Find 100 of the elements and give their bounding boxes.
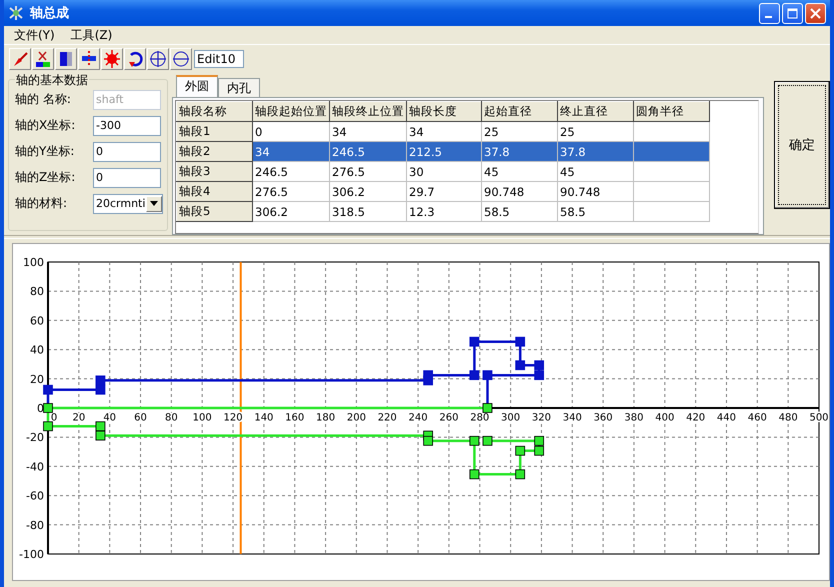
field-label: 轴的材料: xyxy=(15,195,68,212)
table-cell: 306.2 xyxy=(330,182,406,202)
table-row[interactable]: 轴段2 34 246.5 212.5 37.8 37.8 xyxy=(176,142,710,162)
data-point[interactable] xyxy=(534,446,544,456)
data-point[interactable] xyxy=(43,421,53,432)
x-tick-label: 240 xyxy=(408,412,428,424)
x-tick-label: 460 xyxy=(748,412,767,424)
text-field[interactable]: 0 xyxy=(93,142,161,162)
table-cell: 246.5 xyxy=(330,142,406,162)
table-cell: 318.5 xyxy=(330,202,406,222)
window-title: 轴总成 xyxy=(30,5,70,22)
app-icon xyxy=(8,5,24,21)
material-dropdown[interactable]: 20crmnti xyxy=(93,194,163,214)
dropdown-arrow-icon xyxy=(150,201,158,206)
data-point[interactable] xyxy=(482,403,492,413)
column-header[interactable]: 起始直径 xyxy=(482,102,558,122)
text-field[interactable]: -300 xyxy=(93,116,161,136)
data-point[interactable] xyxy=(43,403,53,413)
column-header[interactable]: 轴段终止位置 xyxy=(330,102,406,122)
tab[interactable]: 外圆 xyxy=(176,75,218,97)
data-point[interactable] xyxy=(469,336,480,347)
column-header[interactable]: 终止直径 xyxy=(558,102,634,122)
table-cell: 90.748 xyxy=(558,182,634,202)
table-cell: 30 xyxy=(406,162,482,182)
x-tick-label: 420 xyxy=(686,412,706,424)
data-point[interactable] xyxy=(534,436,544,446)
data-point[interactable] xyxy=(96,421,106,432)
table-cell: 12.3 xyxy=(406,202,482,222)
maximize-icon xyxy=(787,8,798,18)
y-tick-label: -20 xyxy=(26,431,44,444)
x-tick-label: 480 xyxy=(778,412,798,424)
x-tick-label: 280 xyxy=(470,412,490,424)
data-point[interactable] xyxy=(515,336,526,347)
table-row[interactable]: 轴段3 246.5 276.5 30 45 45 xyxy=(176,162,710,182)
column-header[interactable]: 轴段长度 xyxy=(406,102,482,122)
x-tick-label: 320 xyxy=(532,412,551,424)
minimize-icon xyxy=(764,16,772,18)
x-tick-label: 160 xyxy=(285,412,304,424)
data-point[interactable] xyxy=(515,360,526,370)
text-field[interactable]: 0 xyxy=(93,168,161,188)
tool-button[interactable] xyxy=(9,48,31,70)
table-row[interactable]: 轴段4 276.5 306.2 29.7 90.748 90.748 xyxy=(176,182,710,202)
table-cell: 58.5 xyxy=(482,202,558,222)
x-tick-label: 140 xyxy=(254,412,274,424)
data-point[interactable] xyxy=(482,370,492,380)
field-label: 轴的 名称: xyxy=(15,91,72,108)
y-tick-label: -80 xyxy=(26,518,44,532)
x-tick-label: 440 xyxy=(716,412,736,424)
tool-button[interactable] xyxy=(170,48,192,70)
table-cell: 37.8 xyxy=(482,142,558,162)
y-tick-label: -60 xyxy=(26,490,44,503)
data-point[interactable] xyxy=(96,430,106,440)
data-point[interactable] xyxy=(515,446,526,456)
edit-field[interactable]: Edit10 xyxy=(194,50,244,68)
x-tick-label: 0 xyxy=(50,412,58,424)
data-point[interactable] xyxy=(423,436,433,446)
row-header: 轴段2 xyxy=(176,142,252,162)
x-tick-label: 60 xyxy=(134,412,147,424)
menu-item[interactable]: 工具(Z) xyxy=(64,26,118,44)
data-point[interactable] xyxy=(515,469,526,480)
table-cell: 45 xyxy=(482,162,558,182)
burst-icon xyxy=(103,49,121,69)
table-cell: 90.748 xyxy=(482,182,558,202)
column-header[interactable]: 轴段名称 xyxy=(176,102,252,122)
x-tick-label: 220 xyxy=(378,412,397,424)
data-point[interactable] xyxy=(469,370,480,380)
tool-button[interactable] xyxy=(101,48,123,70)
maximize-button[interactable] xyxy=(782,2,803,24)
data-point[interactable] xyxy=(469,469,480,480)
x-tick-label: 300 xyxy=(501,412,520,424)
field-label: 轴的Y坐标: xyxy=(15,143,76,160)
column-header[interactable]: 圆角半径 xyxy=(634,102,710,122)
minimize-button[interactable] xyxy=(759,2,780,24)
menu-item[interactable]: 文件(Y) xyxy=(8,26,61,44)
table-cell: 45 xyxy=(558,162,634,182)
data-point[interactable] xyxy=(469,436,480,446)
data-point[interactable] xyxy=(534,370,544,380)
row-header: 轴段4 xyxy=(176,182,252,202)
rectangle-icon xyxy=(57,49,75,69)
x-tick-label: 260 xyxy=(439,412,458,424)
data-point[interactable] xyxy=(482,436,492,446)
tool-button[interactable] xyxy=(55,48,77,70)
table-cell: 246.5 xyxy=(252,162,330,182)
tool-button[interactable] xyxy=(124,48,146,70)
tool-button[interactable] xyxy=(147,48,169,70)
column-header[interactable]: 轴段起始位置 xyxy=(252,102,330,122)
close-button[interactable] xyxy=(805,2,826,24)
tool-button[interactable] xyxy=(78,48,100,70)
tool-button[interactable] xyxy=(32,48,54,70)
confirm-button[interactable]: 确定 xyxy=(774,81,830,209)
table-row[interactable]: 轴段5 306.2 318.5 12.3 58.5 58.5 xyxy=(176,202,710,222)
tab[interactable]: 内孔 xyxy=(218,78,260,97)
x-tick-label: 360 xyxy=(594,412,613,424)
x-tick-label: 100 xyxy=(192,412,212,424)
x-tick-label: 180 xyxy=(316,412,336,424)
y-tick-label: 80 xyxy=(30,285,44,298)
x-tick-label: 380 xyxy=(624,412,644,424)
data-point[interactable] xyxy=(534,360,544,370)
field-label: 轴的X坐标: xyxy=(15,117,76,134)
x-tick-label: 400 xyxy=(655,412,674,424)
